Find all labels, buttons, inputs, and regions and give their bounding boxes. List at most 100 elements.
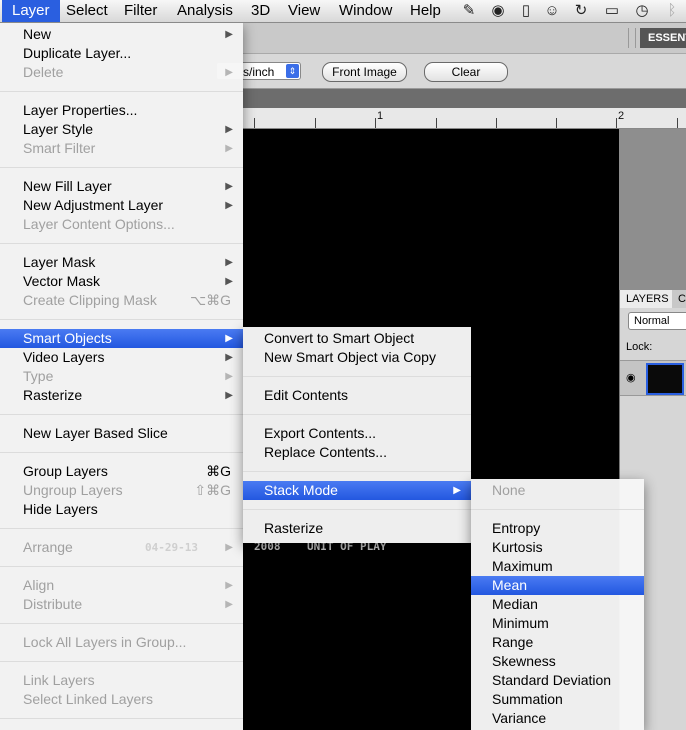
menu-layer[interactable]: Layer [2, 0, 60, 22]
menu-item-vector-mask[interactable]: Vector Mask ▶ [0, 272, 243, 291]
menu-item-export-contents[interactable]: Export Contents... [243, 424, 471, 443]
menu-item-new[interactable]: New ▶ [0, 25, 243, 44]
menu-item-label: Export Contents... [264, 425, 377, 441]
menu-item-label: Rasterize [264, 520, 324, 536]
menu-item-ungroup-layers: Ungroup Layers ⇧⌘G [0, 481, 243, 500]
submenu-arrow-icon: ▶ [225, 276, 233, 287]
menu-separator [243, 414, 471, 415]
menu-3d[interactable]: 3D [241, 0, 280, 22]
menu-item-video-layers[interactable]: Video Layers ▶ [0, 348, 243, 367]
script-icon[interactable]: ✎ [460, 2, 478, 20]
menu-item-maximum[interactable]: Maximum [471, 557, 644, 576]
menu-item-mean[interactable]: Mean [471, 576, 644, 595]
menu-item-label: Video Layers [23, 349, 105, 365]
menu-view[interactable]: View [278, 0, 330, 22]
menu-item-smart-objects[interactable]: Smart Objects ▶ [0, 329, 243, 348]
menu-item-label: Rasterize [23, 387, 83, 403]
menu-item-replace-contents[interactable]: Replace Contents... [243, 443, 471, 462]
workspace-switcher[interactable]: ESSENT [640, 28, 686, 48]
submenu-arrow-icon: ▶ [225, 257, 233, 268]
menu-item-new-fill-layer[interactable]: New Fill Layer ▶ [0, 177, 243, 196]
blend-mode-select[interactable]: Normal [628, 312, 686, 330]
submenu-arrow-icon: ▶ [225, 143, 233, 154]
time-machine-icon[interactable]: ◷ [633, 2, 651, 20]
menu-separator [0, 91, 243, 92]
menu-item-median[interactable]: Median [471, 595, 644, 614]
menu-item-label: Arrange [23, 539, 73, 555]
menu-item-label: New Smart Object via Copy [264, 349, 436, 365]
sync-icon[interactable]: ↻ [572, 2, 590, 20]
menu-window[interactable]: Window [329, 0, 402, 22]
menu-item-layer-properties[interactable]: Layer Properties... [0, 101, 243, 120]
menu-separator [0, 243, 243, 244]
menu-item-label: Duplicate Layer... [23, 45, 132, 61]
menu-item-create-clipping-mask: Create Clipping Mask ⌥⌘G [0, 291, 243, 310]
accessibility-icon[interactable]: ☺ [543, 2, 561, 20]
menu-item-rasterize[interactable]: Rasterize ▶ [0, 386, 243, 405]
clear-button[interactable]: Clear [424, 62, 508, 82]
menu-item-label: Entropy [492, 520, 541, 536]
layer-row[interactable]: ◉ [620, 360, 686, 396]
menu-item-select-linked-layers: Select Linked Layers [0, 690, 243, 709]
menu-item-shortcut: ⇧⌘G [194, 482, 231, 498]
menu-item-group-layers[interactable]: Group Layers ⌘G [0, 462, 243, 481]
submenu-arrow-icon: ▶ [225, 580, 233, 591]
menu-item-rasterize[interactable]: Rasterize [243, 519, 471, 538]
menu-item-minimum[interactable]: Minimum [471, 614, 644, 633]
menu-item-edit-contents[interactable]: Edit Contents [243, 386, 471, 405]
menu-item-range[interactable]: Range [471, 633, 644, 652]
menu-filter[interactable]: Filter [114, 0, 167, 22]
menu-item-label: New Adjustment Layer [23, 197, 164, 213]
resolution-unit-value: s/inch [243, 65, 275, 79]
submenu-arrow-icon: ▶ [225, 333, 233, 344]
menu-item-entropy[interactable]: Entropy [471, 519, 644, 538]
menu-item-new-layer-based-slice[interactable]: New Layer Based Slice [0, 424, 243, 443]
menu-item-stack-mode[interactable]: Stack Mode ▶ [243, 481, 471, 500]
chevron-updown-icon: ⇕ [286, 64, 299, 78]
menu-separator [243, 471, 471, 472]
menu-separator [0, 718, 243, 719]
bluetooth-icon[interactable]: ᛒ [663, 2, 681, 20]
menu-item-label: New Fill Layer [23, 178, 112, 194]
menu-item-label: Standard Deviation [492, 672, 612, 688]
menu-item-label: Minimum [492, 615, 549, 631]
menu-bar: Layer Select Filter Analysis 3D View Win… [0, 0, 686, 23]
menu-item-variance[interactable]: Variance [471, 709, 644, 728]
menu-item-label: Variance [492, 710, 547, 726]
smart-objects-submenu: Convert to Smart Object New Smart Object … [243, 327, 471, 543]
display-icon[interactable]: ▭ [603, 2, 621, 20]
menu-item-hide-layers[interactable]: Hide Layers [0, 500, 243, 519]
menu-item-layer-style[interactable]: Layer Style ▶ [0, 120, 243, 139]
menu-item-new-smart-object-via-copy[interactable]: New Smart Object via Copy [243, 348, 471, 367]
menu-help[interactable]: Help [400, 0, 451, 22]
menu-item-label: Layer Mask [23, 254, 96, 270]
menu-item-label: Lock All Layers in Group... [23, 634, 187, 650]
front-image-button[interactable]: Front Image [322, 62, 407, 82]
eye-icon[interactable]: ◉ [626, 371, 636, 384]
menu-item-layer-mask[interactable]: Layer Mask ▶ [0, 253, 243, 272]
menu-item-label: Layer Style [23, 121, 94, 137]
menu-item-label: Select Linked Layers [23, 691, 153, 707]
submenu-arrow-icon: ▶ [225, 542, 233, 553]
menu-item-label: Align [23, 577, 55, 593]
menu-item-duplicate-layer[interactable]: Duplicate Layer... [0, 44, 243, 63]
menu-item-label: New [23, 26, 52, 42]
document-icon[interactable]: ▯ [517, 2, 535, 20]
globe-sync-icon[interactable]: ◉ [489, 2, 507, 20]
menu-item-skewness[interactable]: Skewness [471, 652, 644, 671]
menu-item-convert-to-smart-object[interactable]: Convert to Smart Object [243, 329, 471, 348]
menu-item-label: Layer Properties... [23, 102, 138, 118]
menu-item-new-adjustment-layer[interactable]: New Adjustment Layer ▶ [0, 196, 243, 215]
menu-item-standard-deviation[interactable]: Standard Deviation [471, 671, 644, 690]
tab-channels[interactable]: C [672, 290, 686, 308]
tab-layers[interactable]: LAYERS [620, 290, 676, 308]
menu-item-none: None [471, 481, 644, 500]
canvas-date-text: 04-29-13 [145, 541, 198, 554]
submenu-arrow-icon: ▶ [225, 371, 233, 382]
menu-analysis[interactable]: Analysis [167, 0, 243, 22]
submenu-arrow-icon: ▶ [225, 29, 233, 40]
menu-item-summation[interactable]: Summation [471, 690, 644, 709]
menu-item-kurtosis[interactable]: Kurtosis [471, 538, 644, 557]
menu-select[interactable]: Select [56, 0, 118, 22]
menu-item-distribute: Distribute ▶ [0, 595, 243, 614]
